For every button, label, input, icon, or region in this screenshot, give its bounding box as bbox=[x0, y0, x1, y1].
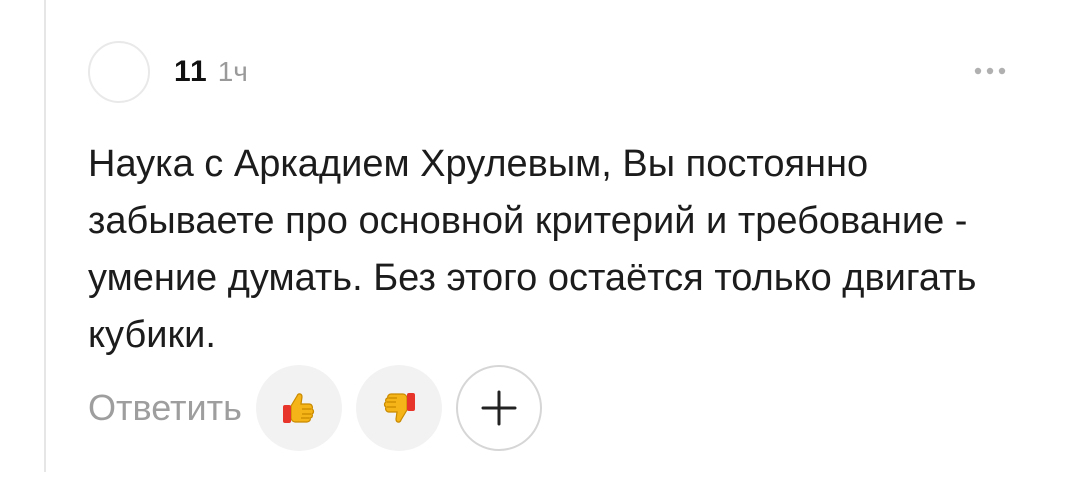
dislike-button[interactable] bbox=[355, 365, 442, 451]
author-name[interactable]: 11 bbox=[174, 55, 208, 89]
plus-icon bbox=[481, 390, 517, 426]
reply-button[interactable]: Ответить bbox=[88, 387, 242, 429]
comment-time: 1ч bbox=[217, 56, 248, 87]
add-reaction-button[interactable] bbox=[455, 365, 542, 451]
thumbs-down-icon bbox=[383, 393, 415, 423]
like-button[interactable] bbox=[255, 365, 342, 451]
avatar[interactable] bbox=[88, 41, 150, 103]
more-options-button[interactable] bbox=[970, 58, 1010, 84]
thumbs-up-icon bbox=[282, 393, 314, 423]
thread-line bbox=[44, 0, 46, 472]
comment-actions: Ответить bbox=[88, 364, 556, 452]
comment-card: 11 1ч Наука с Аркадием Хрулевым, Вы пост… bbox=[88, 38, 1018, 451]
comment-text: Наука с Аркадием Хрулевым, Вы постоянно … bbox=[88, 143, 977, 356]
comment-header: 11 1ч bbox=[88, 38, 1018, 106]
more-dots-icon bbox=[974, 67, 1006, 75]
